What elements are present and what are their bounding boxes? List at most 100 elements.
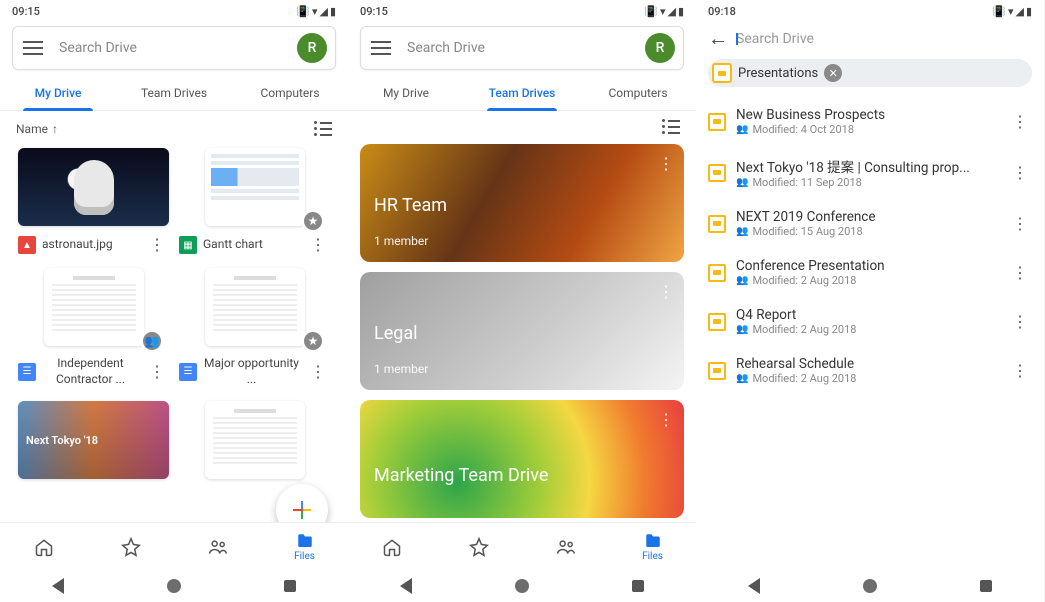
more-icon[interactable]: ⋮ xyxy=(1008,216,1032,232)
team-drive-card[interactable]: ⋮ Marketing Team Drive xyxy=(360,400,684,518)
file-thumbnail xyxy=(205,401,305,479)
file-card[interactable]: ★ ☰ Major opportunity ... ⋮ xyxy=(179,268,330,387)
file-card[interactable]: ▲ astronaut.jpg ⋮ xyxy=(18,148,169,254)
tab-my-drive[interactable]: My Drive xyxy=(0,76,116,110)
battery-icon: ▮ xyxy=(1026,5,1032,18)
file-thumbnail: Next Tokyo '18 xyxy=(18,401,169,479)
result-item[interactable]: New Business Prospects 👥Modified: 4 Oct … xyxy=(704,97,1036,146)
result-title: Rehearsal Schedule xyxy=(736,356,1008,372)
result-item[interactable]: Next Tokyo '18 提案 | Consulting prop... 👥… xyxy=(704,146,1036,199)
nav-home[interactable] xyxy=(0,523,87,570)
nav-home[interactable] xyxy=(348,523,435,570)
result-modified: Modified: 15 Aug 2018 xyxy=(752,225,862,238)
back-icon[interactable] xyxy=(52,578,64,594)
image-file-icon: ▲ xyxy=(18,236,36,254)
nav-files-label: Files xyxy=(294,551,315,562)
tab-team-drives[interactable]: Team Drives xyxy=(116,76,232,110)
screen-search-results: 09:18 📳 ▾ ◢ ▮ ← Search Drive Presentatio… xyxy=(696,0,1044,602)
tab-team-drives[interactable]: Team Drives xyxy=(464,76,580,110)
starred-badge-icon: ★ xyxy=(302,330,324,352)
more-icon[interactable]: ⋮ xyxy=(1008,314,1032,330)
result-item[interactable]: Conference Presentation 👥Modified: 2 Aug… xyxy=(704,248,1036,297)
file-card[interactable]: ★ ▦ Gantt chart ⋮ xyxy=(179,148,330,254)
more-icon[interactable]: ⋮ xyxy=(1008,363,1032,379)
file-card[interactable]: 👥 ☰ Independent Contractor ... ⋮ xyxy=(18,268,169,387)
more-icon[interactable]: ⋮ xyxy=(1008,114,1032,130)
search-input[interactable]: Search Drive xyxy=(736,31,1032,47)
screen-team-drives: 09:15 📳 ▾ ◢ ▮ Search Drive R My Drive Te… xyxy=(348,0,696,602)
text-caret xyxy=(736,33,738,45)
tab-my-drive[interactable]: My Drive xyxy=(348,76,464,110)
more-icon[interactable]: ⋮ xyxy=(658,410,674,429)
search-header: ← Search Drive xyxy=(696,22,1044,59)
profile-avatar[interactable]: R xyxy=(645,33,675,63)
folder-icon xyxy=(643,532,663,550)
file-card[interactable]: Next Tokyo '18 xyxy=(18,401,169,479)
star-icon xyxy=(469,537,489,557)
more-icon[interactable]: ⋮ xyxy=(306,364,330,380)
back-icon[interactable] xyxy=(748,578,760,594)
wifi-icon: ▾ xyxy=(312,5,318,18)
profile-avatar[interactable]: R xyxy=(297,33,327,63)
slides-file-icon xyxy=(708,164,726,182)
chip-close-icon[interactable]: ✕ xyxy=(824,64,842,82)
search-box[interactable]: Search Drive R xyxy=(360,26,684,70)
view-list-icon[interactable] xyxy=(314,121,332,136)
result-item[interactable]: Rehearsal Schedule 👥Modified: 2 Aug 2018… xyxy=(704,346,1036,395)
result-item[interactable]: NEXT 2019 Conference 👥Modified: 15 Aug 2… xyxy=(704,199,1036,248)
signal-icon: ◢ xyxy=(319,5,327,18)
home-icon[interactable] xyxy=(167,579,181,593)
more-icon[interactable]: ⋮ xyxy=(1008,265,1032,281)
file-thumbnail xyxy=(18,148,169,226)
sort-button[interactable]: Name ↑ xyxy=(16,122,58,136)
tab-computers[interactable]: Computers xyxy=(580,76,696,110)
more-icon[interactable]: ⋮ xyxy=(1008,165,1032,181)
menu-icon[interactable] xyxy=(21,37,45,59)
filter-chip[interactable]: Presentations ✕ xyxy=(708,59,1032,87)
nav-starred[interactable] xyxy=(87,523,174,570)
status-bar: 09:18 📳 ▾ ◢ ▮ xyxy=(696,0,1044,22)
nav-starred[interactable] xyxy=(435,523,522,570)
system-nav xyxy=(696,570,1044,602)
more-icon[interactable]: ⋮ xyxy=(658,154,674,173)
team-drive-card[interactable]: ⋮ HR Team 1 member xyxy=(360,144,684,262)
sort-row: Name ↑ xyxy=(0,111,348,142)
wifi-icon: ▾ xyxy=(1008,5,1014,18)
view-list-icon[interactable] xyxy=(662,119,680,134)
sheet-file-icon: ▦ xyxy=(179,236,197,254)
back-arrow-icon[interactable]: ← xyxy=(708,26,736,51)
more-icon[interactable]: ⋮ xyxy=(306,237,330,253)
result-item[interactable]: Q4 Report 👥Modified: 2 Aug 2018 ⋮ xyxy=(704,297,1036,346)
vibrate-icon: 📳 xyxy=(296,5,310,18)
nav-files[interactable]: Files xyxy=(261,523,348,570)
result-title: NEXT 2019 Conference xyxy=(736,209,1008,225)
recents-icon[interactable] xyxy=(284,580,296,592)
tab-computers[interactable]: Computers xyxy=(232,76,348,110)
home-icon xyxy=(382,537,402,557)
nav-files-label: Files xyxy=(642,551,663,562)
file-name: astronaut.jpg xyxy=(42,237,139,253)
recents-icon[interactable] xyxy=(632,580,644,592)
slides-file-icon xyxy=(712,63,732,83)
search-box[interactable]: Search Drive R xyxy=(12,26,336,70)
home-icon[interactable] xyxy=(863,579,877,593)
result-modified: Modified: 11 Sep 2018 xyxy=(752,176,861,189)
more-icon[interactable]: ⋮ xyxy=(145,237,169,253)
clock: 09:15 xyxy=(12,5,40,18)
more-icon[interactable]: ⋮ xyxy=(145,364,169,380)
nav-shared[interactable] xyxy=(174,523,261,570)
home-icon[interactable] xyxy=(515,579,529,593)
star-icon xyxy=(121,537,141,557)
nav-shared[interactable] xyxy=(522,523,609,570)
more-icon[interactable]: ⋮ xyxy=(658,282,674,301)
starred-badge-icon: ★ xyxy=(302,210,324,232)
result-title: Next Tokyo '18 提案 | Consulting prop... xyxy=(736,156,1008,176)
recents-icon[interactable] xyxy=(980,580,992,592)
back-icon[interactable] xyxy=(400,578,412,594)
nav-files[interactable]: Files xyxy=(609,523,696,570)
file-thumbnail xyxy=(44,268,144,346)
file-card[interactable] xyxy=(179,401,330,479)
team-drive-card[interactable]: ⋮ Legal 1 member xyxy=(360,272,684,390)
result-modified: Modified: 4 Oct 2018 xyxy=(752,123,854,136)
menu-icon[interactable] xyxy=(369,37,393,59)
